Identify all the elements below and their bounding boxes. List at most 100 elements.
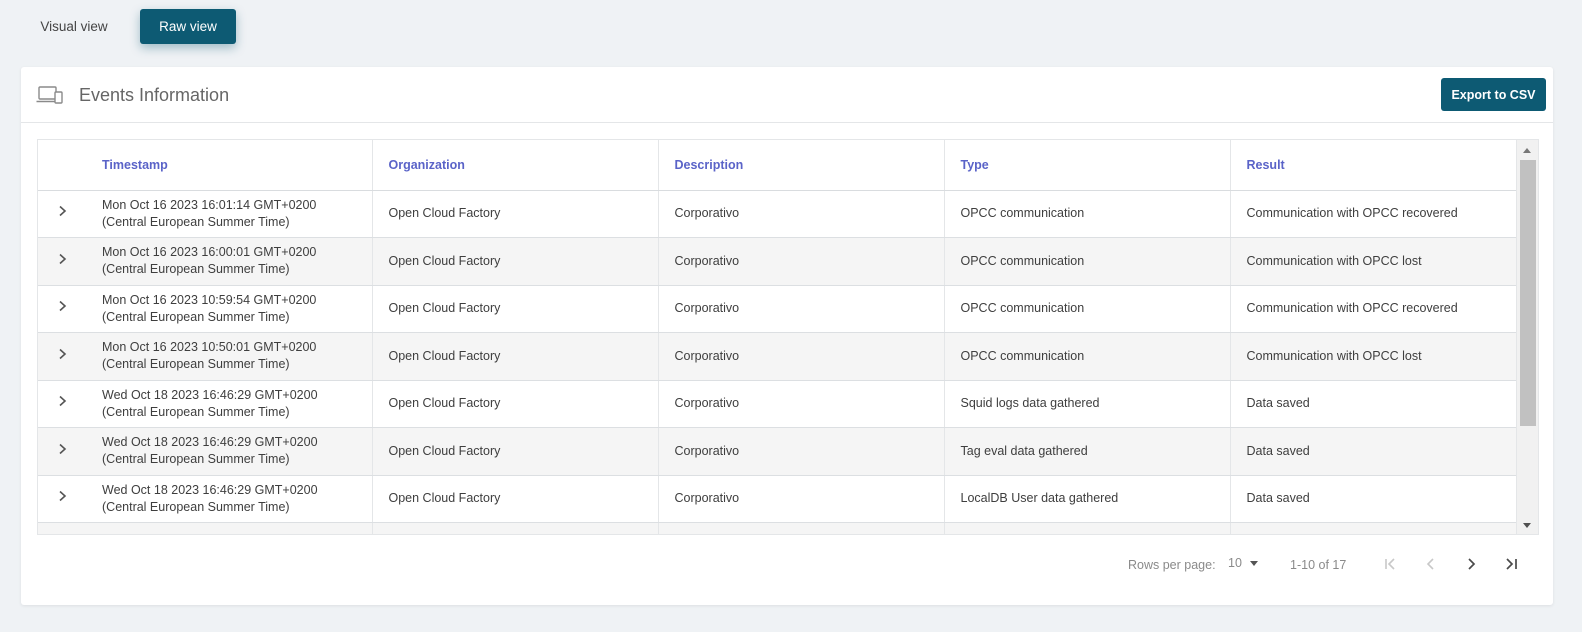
expand-cell[interactable] — [38, 475, 86, 523]
cell-description: Corporativo — [658, 427, 945, 476]
cell-organization: Open Cloud Factory — [372, 190, 659, 238]
cell-timestamp: Wed Oct 18 2023 16:46:29 GMT+0200 (Centra… — [86, 427, 373, 476]
header-organization[interactable]: Organization — [372, 140, 659, 191]
timezone-line: (Central European Summer Time) — [102, 357, 290, 372]
tab-visual-view[interactable]: Visual view — [28, 9, 120, 44]
chevron-right-icon[interactable] — [55, 394, 69, 408]
expand-cell[interactable] — [38, 285, 86, 333]
cell-timestamp: Wed Oct 18 2023 16:46:29 GMT+0200 (Centra… — [86, 475, 373, 523]
chevron-right-icon[interactable] — [55, 347, 69, 361]
last-page-icon — [1506, 558, 1517, 570]
cell-timestamp: Mon Oct 16 2023 16:00:01 GMT+0200 (Centra… — [86, 237, 373, 286]
cell-result: Communication with OPCC lost — [1230, 237, 1517, 286]
cell-empty — [944, 522, 1231, 534]
table-row[interactable]: Mon Oct 16 2023 10:50:01 GMT+0200 (Centra… — [38, 332, 1517, 381]
cell-timestamp: Mon Oct 16 2023 10:59:54 GMT+0200 (Centra… — [86, 285, 373, 333]
expand-cell[interactable] — [38, 237, 86, 286]
table-row[interactable]: Wed Oct 18 2023 16:46:29 GMT+0200 (Centra… — [38, 475, 1517, 523]
table-header-row: Timestamp Organization Description Type … — [38, 140, 1517, 191]
export-csv-button[interactable]: Export to CSV — [1441, 78, 1546, 111]
timezone-line: (Central European Summer Time) — [102, 452, 290, 467]
expand-cell[interactable] — [38, 427, 86, 476]
cell-type: OPCC communication — [944, 190, 1231, 238]
timestamp-line: Mon Oct 16 2023 10:59:54 GMT+0200 — [102, 292, 317, 307]
pagination-bar: Rows per page: 10 1-10 of 17 — [21, 537, 1553, 589]
scroll-up-icon[interactable] — [1523, 148, 1531, 153]
expand-cell[interactable] — [38, 380, 86, 428]
expand-cell[interactable] — [38, 522, 86, 534]
events-table: Timestamp Organization Description Type … — [38, 140, 1517, 534]
cell-result: Communication with OPCC recovered — [1230, 190, 1517, 238]
table-row[interactable]: Wed Oct 18 2023 16:46:29 GMT+0200 (Centra… — [38, 380, 1517, 428]
timezone-line: (Central European Summer Time) — [102, 499, 290, 514]
expand-cell[interactable] — [38, 190, 86, 238]
timestamp-line: Wed Oct 18 2023 16:46:29 GMT+0200 — [102, 482, 318, 497]
tab-raw-view[interactable]: Raw view — [140, 9, 236, 44]
cell-result: Data saved — [1230, 427, 1517, 476]
chevron-right-icon[interactable] — [55, 204, 69, 218]
cell-empty — [86, 522, 373, 534]
timestamp-line: Mon Oct 16 2023 16:01:14 GMT+0200 — [102, 197, 317, 212]
cell-organization: Open Cloud Factory — [372, 237, 659, 286]
cell-empty — [658, 522, 945, 534]
timestamp-line: Mon Oct 16 2023 16:00:01 GMT+0200 — [102, 245, 317, 260]
events-table-container: Timestamp Organization Description Type … — [37, 139, 1539, 535]
cell-result: Communication with OPCC recovered — [1230, 285, 1517, 333]
cell-description: Corporativo — [658, 475, 945, 523]
table-row[interactable]: Mon Oct 16 2023 10:59:54 GMT+0200 (Centra… — [38, 285, 1517, 333]
first-page-button[interactable] — [1380, 553, 1402, 575]
cell-description: Corporativo — [658, 285, 945, 333]
cell-type: Squid logs data gathered — [944, 380, 1231, 428]
timestamp-line: Wed Oct 18 2023 16:46:29 GMT+0200 — [102, 435, 318, 450]
chevron-left-icon — [1426, 558, 1434, 570]
cell-empty — [1230, 522, 1517, 534]
header-timestamp[interactable]: Timestamp — [86, 140, 373, 191]
scroll-thumb[interactable] — [1520, 160, 1536, 426]
previous-page-button[interactable] — [1420, 553, 1442, 575]
rows-per-page-value: 10 — [1228, 556, 1242, 570]
header-result[interactable]: Result — [1230, 140, 1517, 191]
header-description[interactable]: Description — [658, 140, 945, 191]
cell-type: Tag eval data gathered — [944, 427, 1231, 476]
table-row[interactable]: Wed Oct 18 2023 16:46:29 GMT+0200 (Centra… — [38, 427, 1517, 476]
view-toggle: Visual view Raw view — [28, 9, 236, 44]
cell-organization: Open Cloud Factory — [372, 285, 659, 333]
rows-per-page-label: Rows per page: — [1128, 558, 1216, 572]
timestamp-line: Mon Oct 16 2023 10:50:01 GMT+0200 — [102, 340, 317, 355]
vertical-scrollbar[interactable] — [1516, 140, 1538, 534]
cell-result: Communication with OPCC lost — [1230, 332, 1517, 381]
last-page-button[interactable] — [1500, 553, 1522, 575]
timezone-line: (Central European Summer Time) — [102, 262, 290, 277]
cell-timestamp: Mon Oct 16 2023 10:50:01 GMT+0200 (Centra… — [86, 332, 373, 381]
events-card: Events Information Export to CSV Timesta… — [21, 67, 1553, 605]
table-row[interactable]: Mon Oct 16 2023 16:00:01 GMT+0200 (Centra… — [38, 237, 1517, 286]
cell-description: Corporativo — [658, 380, 945, 428]
scroll-down-icon[interactable] — [1523, 523, 1531, 528]
cell-description: Corporativo — [658, 237, 945, 286]
table-row[interactable]: Mon Oct 16 2023 16:01:14 GMT+0200 (Centra… — [38, 190, 1517, 238]
cell-timestamp: Wed Oct 18 2023 16:46:29 GMT+0200 (Centra… — [86, 380, 373, 428]
cell-result: Data saved — [1230, 475, 1517, 523]
timezone-line: (Central European Summer Time) — [102, 309, 290, 324]
cell-type: OPCC communication — [944, 285, 1231, 333]
cell-result: Data saved — [1230, 380, 1517, 428]
cell-empty — [372, 522, 659, 534]
page-range: 1-10 of 17 — [1290, 558, 1347, 572]
chevron-right-icon[interactable] — [55, 299, 69, 313]
timezone-line: (Central European Summer Time) — [102, 404, 290, 419]
next-page-button[interactable] — [1460, 553, 1482, 575]
rows-per-page-select[interactable]: 10 — [1228, 556, 1258, 570]
caret-down-icon — [1249, 560, 1258, 566]
cell-organization: Open Cloud Factory — [372, 475, 659, 523]
chevron-right-icon[interactable] — [55, 442, 69, 456]
header-type[interactable]: Type — [944, 140, 1231, 191]
chevron-right-icon[interactable] — [55, 489, 69, 503]
table-row-partial[interactable] — [38, 522, 1517, 534]
cell-organization: Open Cloud Factory — [372, 380, 659, 428]
cell-timestamp: Mon Oct 16 2023 16:01:14 GMT+0200 (Centra… — [86, 190, 373, 238]
cell-organization: Open Cloud Factory — [372, 332, 659, 381]
chevron-right-icon[interactable] — [55, 252, 69, 266]
card-header: Events Information Export to CSV — [21, 67, 1553, 123]
cell-organization: Open Cloud Factory — [372, 427, 659, 476]
expand-cell[interactable] — [38, 332, 86, 381]
